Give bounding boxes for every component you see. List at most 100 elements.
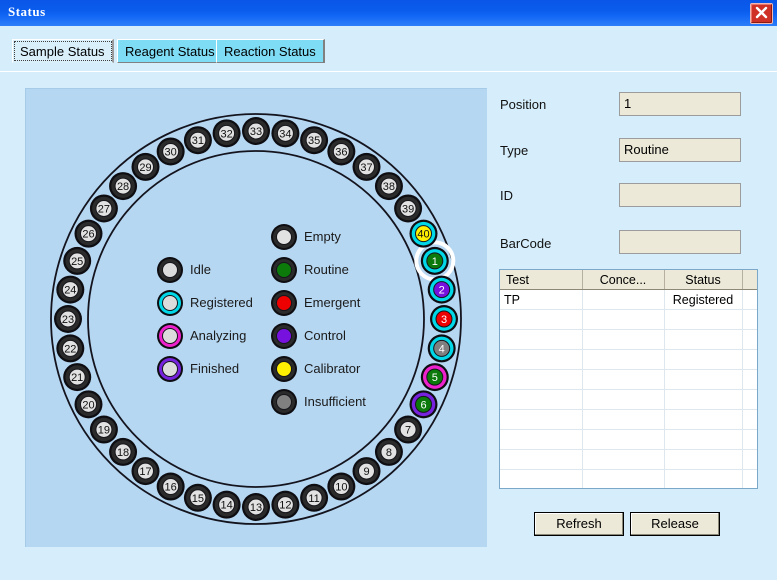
release-button[interactable]: Release [630, 512, 720, 536]
legend-status-dot-registered [157, 290, 183, 316]
carousel-position-25[interactable]: 25 [63, 246, 92, 275]
carousel-position-9[interactable]: 9 [352, 457, 381, 486]
id-label: ID [500, 188, 513, 203]
carousel-position-2[interactable]: 2 [427, 275, 456, 304]
table-cell-empty [664, 429, 743, 450]
table-cell-empty [742, 349, 757, 370]
position-field[interactable]: 1 [619, 92, 741, 116]
table-row-empty[interactable] [500, 309, 757, 330]
table-row-empty[interactable] [500, 389, 757, 410]
well-number: 15 [192, 493, 204, 505]
well-number: 25 [71, 256, 83, 268]
carousel-position-6[interactable]: 6 [409, 390, 438, 419]
table-row-empty[interactable] [500, 449, 757, 470]
tab-reagent-status[interactable]: Reagent Status [117, 39, 224, 63]
table-row-empty[interactable] [500, 329, 757, 350]
carousel-position-13[interactable]: 13 [242, 493, 270, 521]
carousel-position-4[interactable]: 4 [427, 334, 456, 363]
carousel-position-26[interactable]: 26 [74, 219, 103, 248]
table-cell-empty [500, 329, 583, 350]
legend-type-label-control: Control [304, 328, 346, 343]
refresh-button[interactable]: Refresh [534, 512, 624, 536]
carousel-track-ring-1 [87, 150, 425, 488]
table-row-empty[interactable] [500, 409, 757, 430]
carousel-position-30[interactable]: 30 [156, 137, 185, 166]
carousel-position-36[interactable]: 36 [327, 137, 356, 166]
carousel-position-15[interactable]: 15 [183, 483, 212, 512]
tab-sample-status[interactable]: Sample Status [12, 39, 114, 63]
carousel-position-39[interactable]: 39 [394, 194, 423, 223]
table-cell-empty [742, 409, 757, 430]
well-number: 13 [250, 502, 262, 514]
well-number: 28 [117, 181, 129, 193]
carousel-position-29[interactable]: 29 [131, 152, 160, 181]
position-label: Position [500, 97, 547, 112]
well-number: 27 [98, 203, 110, 215]
carousel-position-27[interactable]: 27 [89, 194, 118, 223]
close-button[interactable] [750, 3, 773, 24]
table-cell-empty [742, 369, 757, 390]
well-number: 11 [308, 493, 319, 505]
legend-type-dot-routine [271, 257, 297, 283]
carousel-position-5[interactable]: 5 [420, 363, 449, 392]
table-cell-empty [742, 389, 757, 410]
table-row-empty[interactable] [500, 349, 757, 370]
sample-carousel-panel: 1 2 3 4 5 6 7 8 9 10 11 12 13 14 15 16 17 18 19 20 21 22 23 24 2… [25, 88, 487, 547]
carousel-position-1[interactable]: 1 [414, 240, 456, 282]
carousel-position-23[interactable]: 23 [54, 305, 82, 333]
table-cell-empty [500, 369, 583, 390]
carousel-position-40[interactable]: 40 [409, 219, 438, 248]
carousel-position-34[interactable]: 34 [271, 119, 300, 148]
carousel-position-28[interactable]: 28 [109, 172, 138, 201]
carousel-position-11[interactable]: 11 [300, 483, 329, 512]
table-column-header-0[interactable]: Test [500, 270, 583, 290]
carousel-position-21[interactable]: 21 [63, 363, 92, 392]
tab-bar: Sample Status Reagent Status Reaction St… [0, 26, 777, 72]
carousel-position-18[interactable]: 18 [109, 437, 138, 466]
carousel-position-33[interactable]: 33 [242, 117, 270, 145]
carousel-position-17[interactable]: 17 [131, 457, 160, 486]
sample-carousel-diagram[interactable]: 1234567891011121314151617181920212223242… [26, 89, 487, 547]
carousel-position-16[interactable]: 16 [156, 472, 185, 501]
table-row[interactable]: TP Registered [500, 289, 757, 310]
carousel-position-35[interactable]: 35 [300, 126, 329, 155]
well-number: 16 [165, 482, 177, 494]
table-column-header-2[interactable]: Status [664, 270, 743, 290]
well-number: 24 [64, 285, 76, 297]
table-cell-empty [582, 409, 665, 430]
carousel-position-14[interactable]: 14 [212, 490, 241, 519]
carousel-position-12[interactable]: 12 [271, 490, 300, 519]
carousel-position-7[interactable]: 7 [394, 415, 423, 444]
carousel-position-19[interactable]: 19 [89, 415, 118, 444]
carousel-position-37[interactable]: 37 [352, 152, 381, 181]
carousel-position-24[interactable]: 24 [56, 275, 85, 304]
close-icon [755, 6, 768, 19]
carousel-position-20[interactable]: 20 [74, 390, 103, 419]
barcode-field[interactable] [619, 230, 741, 254]
tab-separator [0, 71, 777, 72]
test-results-table[interactable]: Test Conce... Status TP Registered [499, 269, 758, 489]
carousel-track-ring-0 [50, 113, 462, 525]
table-cell-conce [582, 289, 665, 310]
table-row-empty[interactable] [500, 429, 757, 450]
carousel-position-32[interactable]: 32 [212, 119, 241, 148]
well-number: 23 [62, 314, 74, 326]
window-titlebar: Status [0, 0, 777, 27]
carousel-position-22[interactable]: 22 [56, 334, 85, 363]
table-column-header-1[interactable]: Conce... [582, 270, 665, 290]
carousel-position-3[interactable]: 3 [430, 305, 458, 333]
tab-reaction-status[interactable]: Reaction Status [216, 39, 325, 63]
table-cell-empty [742, 309, 757, 330]
id-field[interactable] [619, 183, 741, 207]
well-number: 22 [64, 343, 76, 355]
table-row-empty[interactable] [500, 469, 757, 488]
carousel-position-31[interactable]: 31 [183, 126, 212, 155]
carousel-position-8[interactable]: 8 [374, 437, 403, 466]
well-number: 32 [220, 128, 232, 140]
carousel-position-38[interactable]: 38 [374, 172, 403, 201]
table-row-empty[interactable] [500, 369, 757, 390]
type-field[interactable]: Routine [619, 138, 741, 162]
legend-type-dot-insufficient [271, 389, 297, 415]
table-column-header-3[interactable] [742, 270, 757, 290]
carousel-position-10[interactable]: 10 [327, 472, 356, 501]
